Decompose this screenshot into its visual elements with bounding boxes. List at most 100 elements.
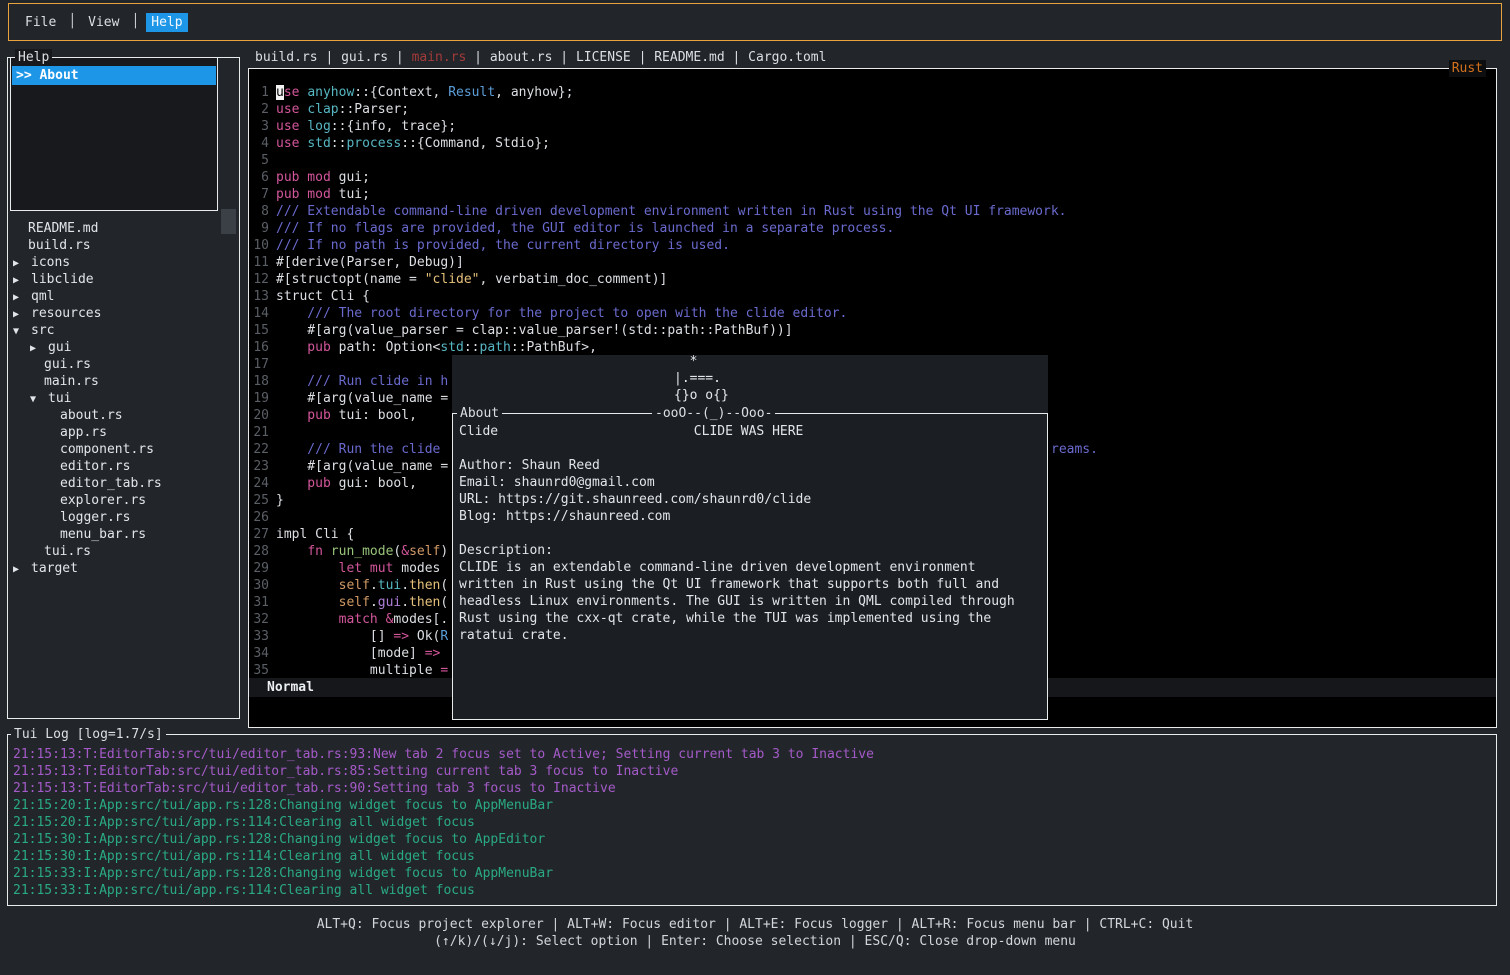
line-number: 4 (249, 135, 269, 152)
line-number: 26 (249, 509, 269, 526)
tree-item-label: icons (31, 255, 70, 270)
tree-item-explorer.rs[interactable]: explorer.rs (8, 492, 237, 509)
log-entry: 21:15:13:T:EditorTab:src/tui/editor_tab.… (13, 780, 1493, 797)
code-line: 3use log::{info, trace}; (249, 118, 1495, 135)
code-text: [mode] => (276, 645, 440, 662)
code-text: #[arg(value_name = (276, 458, 448, 475)
code-text: let mut modes (276, 560, 440, 577)
help-dropdown-title: Help (15, 49, 52, 66)
code-text: match &modes[. (276, 611, 448, 628)
code-text: struct Cli { (276, 288, 370, 305)
code-text: pub gui: bool, (276, 475, 417, 492)
tree-item-label: gui (48, 340, 71, 355)
tree-item-label: tui (48, 391, 71, 406)
tree-item-logger.rs[interactable]: logger.rs (8, 509, 237, 526)
tree-item-gui[interactable]: ▶gui (8, 339, 237, 356)
line-number: 2 (249, 101, 269, 118)
tree-item-qml[interactable]: ▶qml (8, 288, 237, 305)
tree-item-label: component.rs (60, 442, 154, 457)
line-number: 27 (249, 526, 269, 543)
tree-item-component.rs[interactable]: component.rs (8, 441, 237, 458)
code-text: self.gui.then( (276, 594, 448, 611)
about-dialog: * |.===. {}o o{} About -ooO--(_)--Ooo- C… (452, 355, 1048, 720)
chevron-right-icon: ▶ (13, 289, 31, 306)
menu-bar: File│View│Help (8, 3, 1502, 41)
code-text: use log::{info, trace}; (276, 118, 456, 135)
line-number: 5 (249, 152, 269, 169)
code-text: use std::process::{Command, Stdio}; (276, 135, 550, 152)
log-entry: 21:15:20:I:App:src/tui/app.rs:114:Cleari… (13, 814, 1493, 831)
code-text: pub mod tui; (276, 186, 370, 203)
about-text-line: Author: Shaun Reed (459, 457, 1043, 474)
tab-about.rs[interactable]: about.rs (490, 50, 553, 65)
tree-item-tui[interactable]: ▼tui (8, 390, 237, 407)
tree-item-menu_bar.rs[interactable]: menu_bar.rs (8, 526, 237, 543)
tree-item-label: app.rs (60, 425, 107, 440)
menu-item-file[interactable]: File (20, 13, 61, 32)
line-number: 23 (249, 458, 269, 475)
code-line: 8/// Extendable command-line driven deve… (249, 203, 1495, 220)
tab-build.rs[interactable]: build.rs (255, 50, 318, 65)
tree-item-resources[interactable]: ▶resources (8, 305, 237, 322)
tree-item-editor.rs[interactable]: editor.rs (8, 458, 237, 475)
about-ascii-art: * |.===. {}o o{} (674, 353, 729, 404)
code-overflow-fragment: reams. (1051, 441, 1098, 458)
tree-item-tui.rs[interactable]: tui.rs (8, 543, 237, 560)
tree-item-label: main.rs (44, 374, 99, 389)
file-tree: README.mdbuild.rs▶icons▶libclide▶qml▶res… (8, 220, 237, 577)
tree-item-app.rs[interactable]: app.rs (8, 424, 237, 441)
line-number: 20 (249, 407, 269, 424)
tree-item-editor_tab.rs[interactable]: editor_tab.rs (8, 475, 237, 492)
tree-item-label: src (31, 323, 54, 338)
tab-README.md[interactable]: README.md (654, 50, 724, 65)
tab-separator: | (318, 50, 341, 65)
help-dropdown-menu: Help >> About (10, 57, 218, 211)
code-text: /// If no path is provided, the current … (276, 237, 730, 254)
chevron-right-icon: ▶ (13, 561, 31, 578)
tree-item-icons[interactable]: ▶icons (8, 254, 237, 271)
tree-item-label: editor_tab.rs (60, 476, 162, 491)
line-number: 32 (249, 611, 269, 628)
tree-item-about.rs[interactable]: about.rs (8, 407, 237, 424)
tree-item-build.rs[interactable]: build.rs (8, 237, 237, 254)
line-number: 21 (249, 424, 269, 441)
line-number: 28 (249, 543, 269, 560)
line-number: 14 (249, 305, 269, 322)
tree-item-label: explorer.rs (60, 493, 146, 508)
menu-item-help[interactable]: Help (146, 13, 187, 32)
code-text: multiple = (276, 662, 448, 679)
status-bar: ALT+Q: Focus project explorer | ALT+W: F… (0, 916, 1510, 950)
about-text-line: headless Linux environments. The GUI is … (459, 593, 1043, 610)
tree-item-target[interactable]: ▶target (8, 560, 237, 577)
tree-item-libclide[interactable]: ▶libclide (8, 271, 237, 288)
code-text: #[arg(value_name = (276, 390, 448, 407)
tree-item-src[interactable]: ▼src (8, 322, 237, 339)
code-text: self.tui.then( (276, 577, 448, 594)
line-number: 11 (249, 254, 269, 271)
chevron-down-icon: ▼ (30, 391, 48, 408)
clide-app: File│View│Help build.rs | gui.rs | main.… (0, 0, 1510, 975)
menu-item-view[interactable]: View (83, 13, 124, 32)
explorer-scrollbar-thumb[interactable] (221, 209, 236, 234)
log-entry: 21:15:30:I:App:src/tui/app.rs:128:Changi… (13, 831, 1493, 848)
line-number: 10 (249, 237, 269, 254)
tree-item-gui.rs[interactable]: gui.rs (8, 356, 237, 373)
code-text: /// The root directory for the project t… (276, 305, 847, 322)
menu-item-about[interactable]: >> About (12, 66, 216, 85)
about-text-line: Clide CLIDE WAS HERE (459, 423, 1043, 440)
tab-LICENSE[interactable]: LICENSE (576, 50, 631, 65)
code-text: pub tui: bool, (276, 407, 417, 424)
tab-Cargo.toml[interactable]: Cargo.toml (748, 50, 826, 65)
tab-gui.rs[interactable]: gui.rs (341, 50, 388, 65)
tab-main.rs[interactable]: main.rs (412, 50, 467, 65)
tree-item-label: gui.rs (44, 357, 91, 372)
tree-item-README.md[interactable]: README.md (8, 220, 237, 237)
code-line: 12#[structopt(name = "clide", verbatim_d… (249, 271, 1495, 288)
line-number: 31 (249, 594, 269, 611)
tree-item-main.rs[interactable]: main.rs (8, 373, 237, 390)
code-line: 6pub mod gui; (249, 169, 1495, 186)
line-number: 29 (249, 560, 269, 577)
tree-item-label: resources (31, 306, 101, 321)
tree-item-label: menu_bar.rs (60, 527, 146, 542)
code-line: 2use clap::Parser; (249, 101, 1495, 118)
